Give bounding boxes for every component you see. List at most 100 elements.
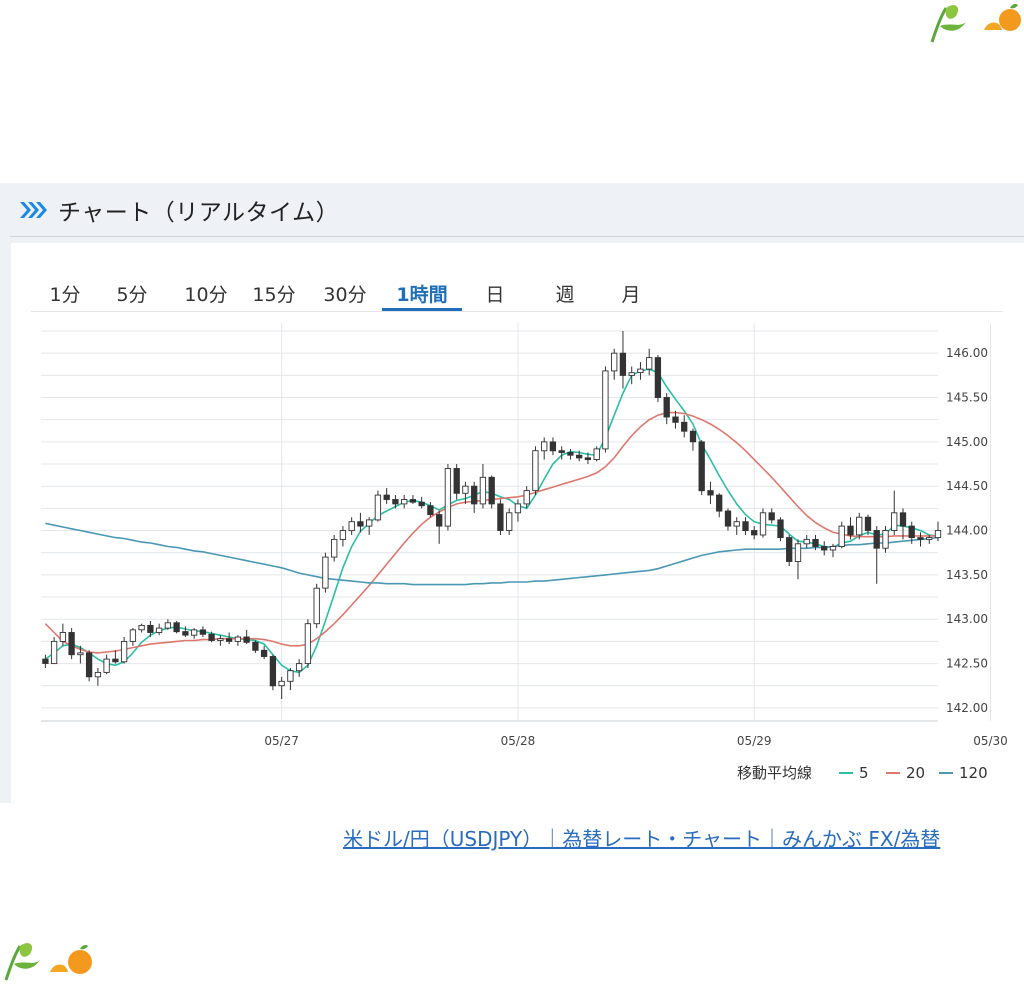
candle-body [882,530,889,549]
candle-body [85,652,93,678]
candle-body [173,622,180,633]
candle-body [401,499,408,505]
candle-body [873,530,880,549]
candle-body [812,538,819,547]
candle-body [155,627,163,633]
candle-body [794,543,802,562]
candle-body [934,530,942,539]
candle-body [549,441,557,452]
ma120-line [45,522,939,586]
candle-body [698,441,705,492]
candle-body [759,512,767,536]
candle-body [628,372,635,376]
x-tick-label: 05/30 [973,734,1008,748]
y-tick-label: 146.00 [946,346,988,360]
candlestick-chart[interactable]: 05/2705/2805/2905/3005/31146.00145.50145… [11,243,1024,803]
candle-body [313,587,320,625]
candle-body [593,448,600,460]
candle-body [532,450,539,492]
candle-body [409,499,417,503]
candle-body [637,368,644,374]
leaf-orange-icon [930,4,1021,43]
candle-body [742,521,749,532]
candle-body [331,538,338,558]
candle-body [891,512,898,531]
candle-body [716,494,723,512]
candle-body [427,505,434,516]
candle-body [751,530,758,536]
source-link[interactable]: 米ドル/円（USDJPY）｜為替レート・チャート｜みんかぶ FX/為替 [343,823,940,852]
candle-body [59,632,67,642]
candle-body [269,656,277,687]
candle-body [436,514,443,527]
candle-body [348,521,355,532]
candle-body [602,370,609,450]
legend-label-120: 120 [959,764,988,782]
candle-body [208,633,215,641]
candle-body [199,629,207,635]
candle-body [567,452,574,456]
candle-body [488,476,495,505]
candle-body [724,510,732,527]
candle-body [366,519,373,527]
leaf-orange-icon [4,943,92,981]
y-tick-label: 143.50 [946,568,988,582]
candle-body [838,525,845,547]
candle-body [908,525,915,539]
candle-body [733,521,740,527]
candle-body [681,421,688,432]
candle-body [663,397,670,418]
candle-body [444,468,452,527]
candle-body [856,516,863,536]
candle-body [926,537,933,540]
candle-body [611,352,618,372]
candle-body [619,352,627,376]
candle-body [357,521,364,527]
candle-body [50,640,58,665]
y-tick-label: 145.00 [946,435,988,449]
chart-panel: チャート（リアルタイム） 1分 5分 10分 15分 30分 1時間日週月 05/27 05… [0,183,1024,803]
candle-body [94,671,102,678]
panel-title: チャート（リアルタイム） [58,199,340,226]
y-tick-label: 143.00 [946,612,988,626]
candle-body [821,546,828,551]
ma20-line [44,411,938,654]
candle-body [120,640,128,663]
y-tick-label: 142.50 [946,657,988,671]
candle-body [103,658,110,673]
candle-body [112,658,119,663]
candle-body [138,624,145,631]
candle-body [672,416,679,423]
candle-body [322,556,329,589]
candle-body [260,649,268,657]
legend-title: 移動平均線 [737,764,812,782]
candle-body [777,519,784,539]
candle-body [252,641,259,651]
candle-body [899,512,907,527]
candle-body [558,450,565,453]
candle-body [847,525,854,536]
candle-body [77,652,84,656]
candle-body [689,430,697,443]
candle-body [190,629,198,636]
candle-body [42,658,49,664]
candle-body [164,622,172,629]
panel-header: チャート（リアルタイム） [10,183,1024,237]
candle-body [479,476,487,505]
candle-body [803,538,810,545]
legend-label-5: 5 [859,764,869,782]
y-tick-label: 142.00 [946,701,988,715]
y-tick-label: 144.50 [946,479,988,493]
candle-body [225,638,233,642]
candle-body [243,636,250,643]
candle-body [654,357,662,398]
candle-body [418,501,425,507]
candle-body [576,454,583,459]
candle-body [523,490,530,505]
chevron-right-icon [18,200,48,220]
candle-body [514,503,522,514]
candle-body [383,494,390,500]
x-tick-label: 05/28 [501,734,536,748]
candle-body [129,629,137,642]
candle-body [786,537,793,562]
